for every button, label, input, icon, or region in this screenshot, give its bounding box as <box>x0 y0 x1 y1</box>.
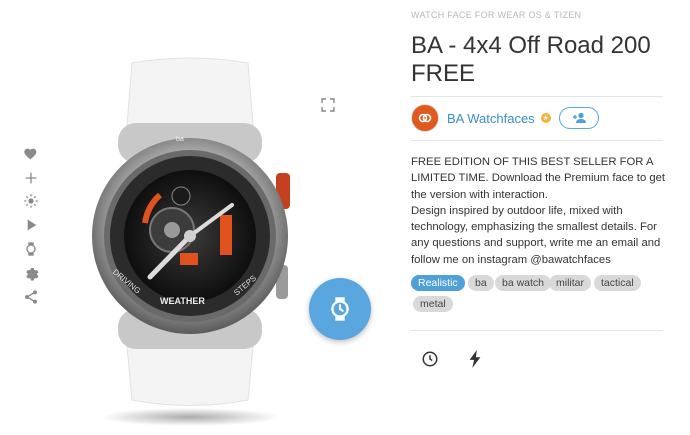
dial-logo: ba <box>176 136 184 143</box>
plus-icon[interactable] <box>20 167 42 189</box>
gear-icon[interactable] <box>20 262 42 284</box>
heart-icon[interactable] <box>20 143 42 165</box>
watch-icon[interactable] <box>20 238 42 260</box>
author-row: BA Watchfaces ★ <box>411 104 599 132</box>
tag-ba-watch[interactable]: ba watch <box>495 275 552 291</box>
follow-button[interactable] <box>558 107 599 129</box>
brand-logo-icon <box>418 113 432 123</box>
clock-icon[interactable] <box>420 349 440 369</box>
add-user-icon <box>572 112 586 123</box>
play-icon[interactable] <box>20 214 42 236</box>
brightness-icon[interactable] <box>20 190 42 212</box>
lightning-icon[interactable] <box>465 349 485 369</box>
divider <box>411 96 663 97</box>
tag-militar[interactable]: militar <box>549 275 591 291</box>
tag-metal[interactable]: metal <box>413 296 453 312</box>
install-watch-button[interactable] <box>309 278 371 340</box>
description: FREE EDITION OF THIS BEST SELLER FOR A L… <box>411 156 666 266</box>
tag-realistic[interactable]: Realistic <box>411 275 465 291</box>
tag-tactical[interactable]: tactical <box>594 275 641 291</box>
star-badge-icon: ★ <box>540 113 551 123</box>
divider <box>411 330 663 331</box>
watch-install-icon <box>331 297 349 321</box>
share-icon[interactable] <box>20 286 42 308</box>
watch-image <box>92 57 290 426</box>
category-label: WATCH FACE FOR WEAR OS & TIZEN <box>411 10 582 20</box>
watch-preview: DRIVING WEATHER STEPS ba <box>80 55 300 430</box>
divider <box>411 140 663 141</box>
page-title: BA - 4x4 Off Road 200 FREE <box>411 32 651 87</box>
tag-ba[interactable]: ba <box>468 275 494 291</box>
avatar[interactable] <box>411 104 439 132</box>
author-link[interactable]: BA Watchfaces <box>447 111 535 126</box>
dial-label-bottom: WEATHER <box>160 296 205 306</box>
expand-icon[interactable] <box>321 98 335 112</box>
